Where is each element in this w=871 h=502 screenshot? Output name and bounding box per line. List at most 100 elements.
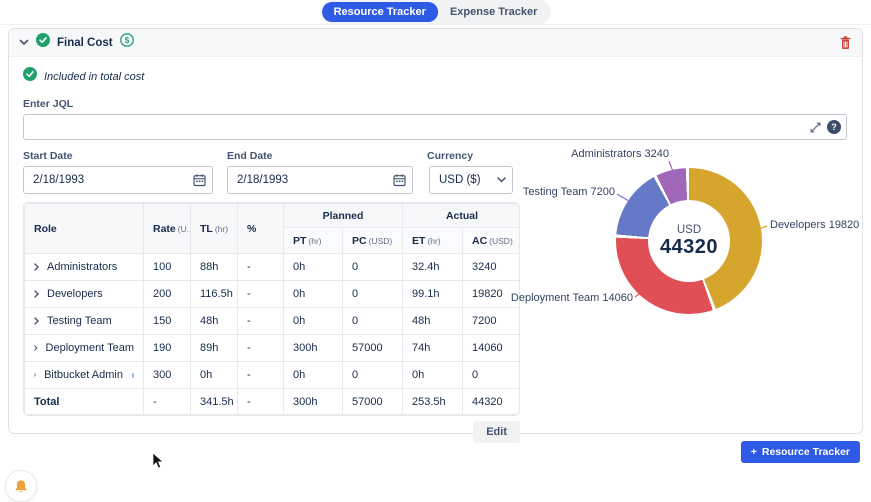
cell: 48h <box>403 308 463 335</box>
cost-table: Role Rate(U.. TL(hr) % Planned Actual PT… <box>23 202 520 416</box>
cell: 0h <box>284 281 343 308</box>
center-total: 44320 <box>660 236 718 259</box>
table-row: Deployment Team 190 89h - 300h 57000 74h… <box>25 335 521 362</box>
end-date-label: End Date <box>227 150 413 162</box>
table-row: Developers 200 116.5h - 0h 0 99.1h 19820 <box>25 281 521 308</box>
included-label: Included in total cost <box>44 71 144 83</box>
col-header-et: ET(hr) <box>403 228 463 254</box>
bell-icon <box>14 479 28 494</box>
tab-expense-tracker[interactable]: Expense Tracker <box>438 2 549 22</box>
cell: 300 <box>144 362 191 389</box>
cell: 190 <box>144 335 191 362</box>
divider <box>0 24 871 25</box>
start-date-input[interactable] <box>23 166 213 194</box>
mouse-cursor <box>152 452 164 475</box>
cell: 3240 <box>463 254 521 281</box>
cost-donut-chart: USD 44320 Administrators 3240 Testing Te… <box>531 136 864 336</box>
end-date-input[interactable] <box>227 166 413 194</box>
col-header-pt: PT(hr) <box>284 228 343 254</box>
cell: 0h <box>284 308 343 335</box>
svg-text:$: $ <box>124 36 129 45</box>
col-group-actual: Actual <box>403 204 521 228</box>
cell: 0h <box>284 254 343 281</box>
tab-resource-tracker[interactable]: Resource Tracker <box>322 2 438 22</box>
cell: 57000 <box>343 389 403 415</box>
chevron-right-icon <box>34 371 36 379</box>
cell: 0h <box>284 362 343 389</box>
chevron-right-icon <box>34 290 39 298</box>
plus-icon: + <box>751 446 757 458</box>
role-label: Testing Team <box>47 315 112 327</box>
expand-icon[interactable] <box>810 122 821 133</box>
trash-icon[interactable] <box>839 36 852 50</box>
chevron-down-icon[interactable] <box>19 39 29 46</box>
cell: 116.5h <box>191 281 238 308</box>
cell: 0h <box>191 362 238 389</box>
cell: 74h <box>403 335 463 362</box>
table-total-row: Total - 341.5h - 300h 57000 253.5h 44320 <box>25 389 521 415</box>
currency-value: USD ($) <box>439 174 481 186</box>
chevron-right-icon <box>34 263 39 271</box>
chevron-down-icon <box>497 177 506 183</box>
cell: 7200 <box>463 308 521 335</box>
cell: 32.4h <box>403 254 463 281</box>
add-resource-tracker-button[interactable]: + Resource Tracker <box>741 441 860 463</box>
cell: 0 <box>463 362 521 389</box>
role-cell[interactable]: Administrators <box>34 254 134 280</box>
chevron-right-icon <box>34 317 39 325</box>
dollar-circle-icon: $ <box>120 33 134 52</box>
donut-center: USD 44320 <box>648 200 730 282</box>
cell: 341.5h <box>191 389 238 415</box>
svg-text:?: ? <box>831 122 837 132</box>
tracker-tabbar: Resource Tracker Expense Tracker <box>320 0 552 24</box>
cell: 200 <box>144 281 191 308</box>
panel-title: Final Cost <box>57 37 113 49</box>
col-header-rate: Rate(U.. <box>144 204 191 254</box>
cell: 14060 <box>463 335 521 362</box>
cell: 0 <box>343 254 403 281</box>
center-currency: USD <box>677 224 701 236</box>
cell: - <box>238 254 284 281</box>
col-header-pct: % <box>238 204 284 254</box>
cell: - <box>238 362 284 389</box>
notification-fab[interactable] <box>5 470 37 502</box>
cell: 48h <box>191 308 238 335</box>
cell: 0h <box>403 362 463 389</box>
chevron-right-icon <box>34 344 38 352</box>
cell: 300h <box>284 389 343 415</box>
role-cell[interactable]: Deployment Team <box>34 335 134 361</box>
calendar-icon[interactable] <box>393 174 406 187</box>
col-header-tl: TL(hr) <box>191 204 238 254</box>
add-button-label: Resource Tracker <box>762 446 850 458</box>
cell: 89h <box>191 335 238 362</box>
cell: 100 <box>144 254 191 281</box>
role-label: Administrators <box>47 261 117 273</box>
info-dot-icon <box>132 373 134 378</box>
calendar-icon[interactable] <box>193 174 206 187</box>
col-group-planned: Planned <box>284 204 403 228</box>
col-header-ac: AC(USD) <box>463 228 521 254</box>
panel-header[interactable]: Final Cost $ <box>9 29 862 57</box>
cell: 253.5h <box>403 389 463 415</box>
cell: - <box>238 308 284 335</box>
edit-button[interactable]: Edit <box>473 421 520 443</box>
callout-deployment: Deployment Team 14060 <box>511 292 633 304</box>
role-cell[interactable]: Bitbucket Admin <box>34 362 134 388</box>
col-header-pc: PC(USD) <box>343 228 403 254</box>
cell: 88h <box>191 254 238 281</box>
callout-testing: Testing Team 7200 <box>523 186 615 198</box>
included-in-total-row: Included in total cost <box>23 67 848 86</box>
page: Resource Tracker Expense Tracker Final C… <box>0 0 871 496</box>
cell: - <box>238 281 284 308</box>
cell: 57000 <box>343 335 403 362</box>
role-cell[interactable]: Developers <box>34 281 134 307</box>
help-icon[interactable]: ? <box>827 120 841 134</box>
cell: - <box>238 389 284 415</box>
check-circle-icon <box>23 67 37 86</box>
table-row: Testing Team 150 48h - 0h 0 48h 7200 <box>25 308 521 335</box>
table-row: Bitbucket Admin 300 0h - 0h 0 0h 0 <box>25 362 521 389</box>
jql-label: Enter JQL <box>23 98 848 110</box>
role-cell[interactable]: Testing Team <box>34 308 134 334</box>
cell: 0 <box>343 281 403 308</box>
callout-developers: Developers 19820 <box>770 219 859 231</box>
